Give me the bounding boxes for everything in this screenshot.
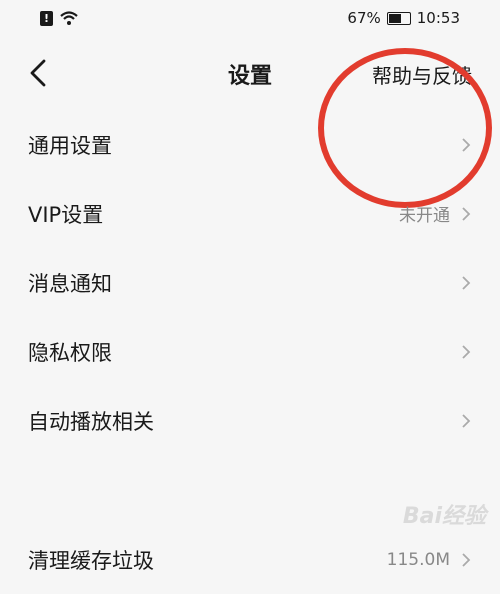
clock: 10:53 [416, 9, 460, 27]
menu-item-label: VIP设置 [28, 202, 104, 227]
chevron-right-icon [462, 275, 471, 290]
menu-item-value: 未开通 [399, 206, 450, 226]
status-left: ! [40, 10, 79, 26]
chevron-right-icon [462, 344, 471, 359]
menu-item-right: 115.0M [387, 550, 472, 570]
battery-fill [388, 13, 401, 23]
chevron-right-icon [462, 206, 471, 221]
help-feedback-link[interactable]: 帮助与反馈 [372, 60, 472, 89]
menu-item-right [450, 342, 472, 362]
menu-item-value: 115.0M [386, 549, 450, 570]
sim-alert-icon: ! [40, 10, 53, 26]
watermark: Bai经验 [402, 504, 486, 529]
menu-item-clear-cache[interactable]: 清理缓存垃圾 115.0M [0, 525, 500, 594]
menu-item-general[interactable]: 通用设置 [0, 110, 500, 179]
chevron-right-icon [462, 413, 471, 428]
status-right: 67% 10:53 [347, 9, 460, 27]
battery-icon [386, 11, 411, 25]
status-bar: ! 67% 10:53 [0, 0, 500, 38]
menu-item-label: 隐私权限 [28, 340, 112, 365]
chevron-right-icon [462, 137, 471, 152]
menu-item-vip[interactable]: VIP设置 未开通 [0, 179, 500, 248]
header: 设置 帮助与反馈 [0, 38, 500, 208]
menu-item-right: 未开通 [399, 201, 472, 226]
menu-item-label: 清理缓存垃圾 [28, 548, 154, 573]
menu-item-label: 消息通知 [28, 271, 112, 296]
menu-item-label: 通用设置 [28, 133, 112, 158]
battery-percent: 67% [347, 9, 381, 27]
chevron-right-icon [462, 552, 471, 567]
menu-item-right [450, 135, 472, 155]
menu-item-notifications[interactable]: 消息通知 [0, 248, 500, 317]
menu-item-autoplay[interactable]: 自动播放相关 [0, 386, 500, 455]
menu-item-label: 自动播放相关 [28, 409, 154, 434]
menu-item-right [450, 273, 472, 293]
menu-item-right [450, 411, 472, 431]
wifi-icon [60, 11, 78, 25]
menu-item-privacy[interactable]: 隐私权限 [0, 317, 500, 386]
